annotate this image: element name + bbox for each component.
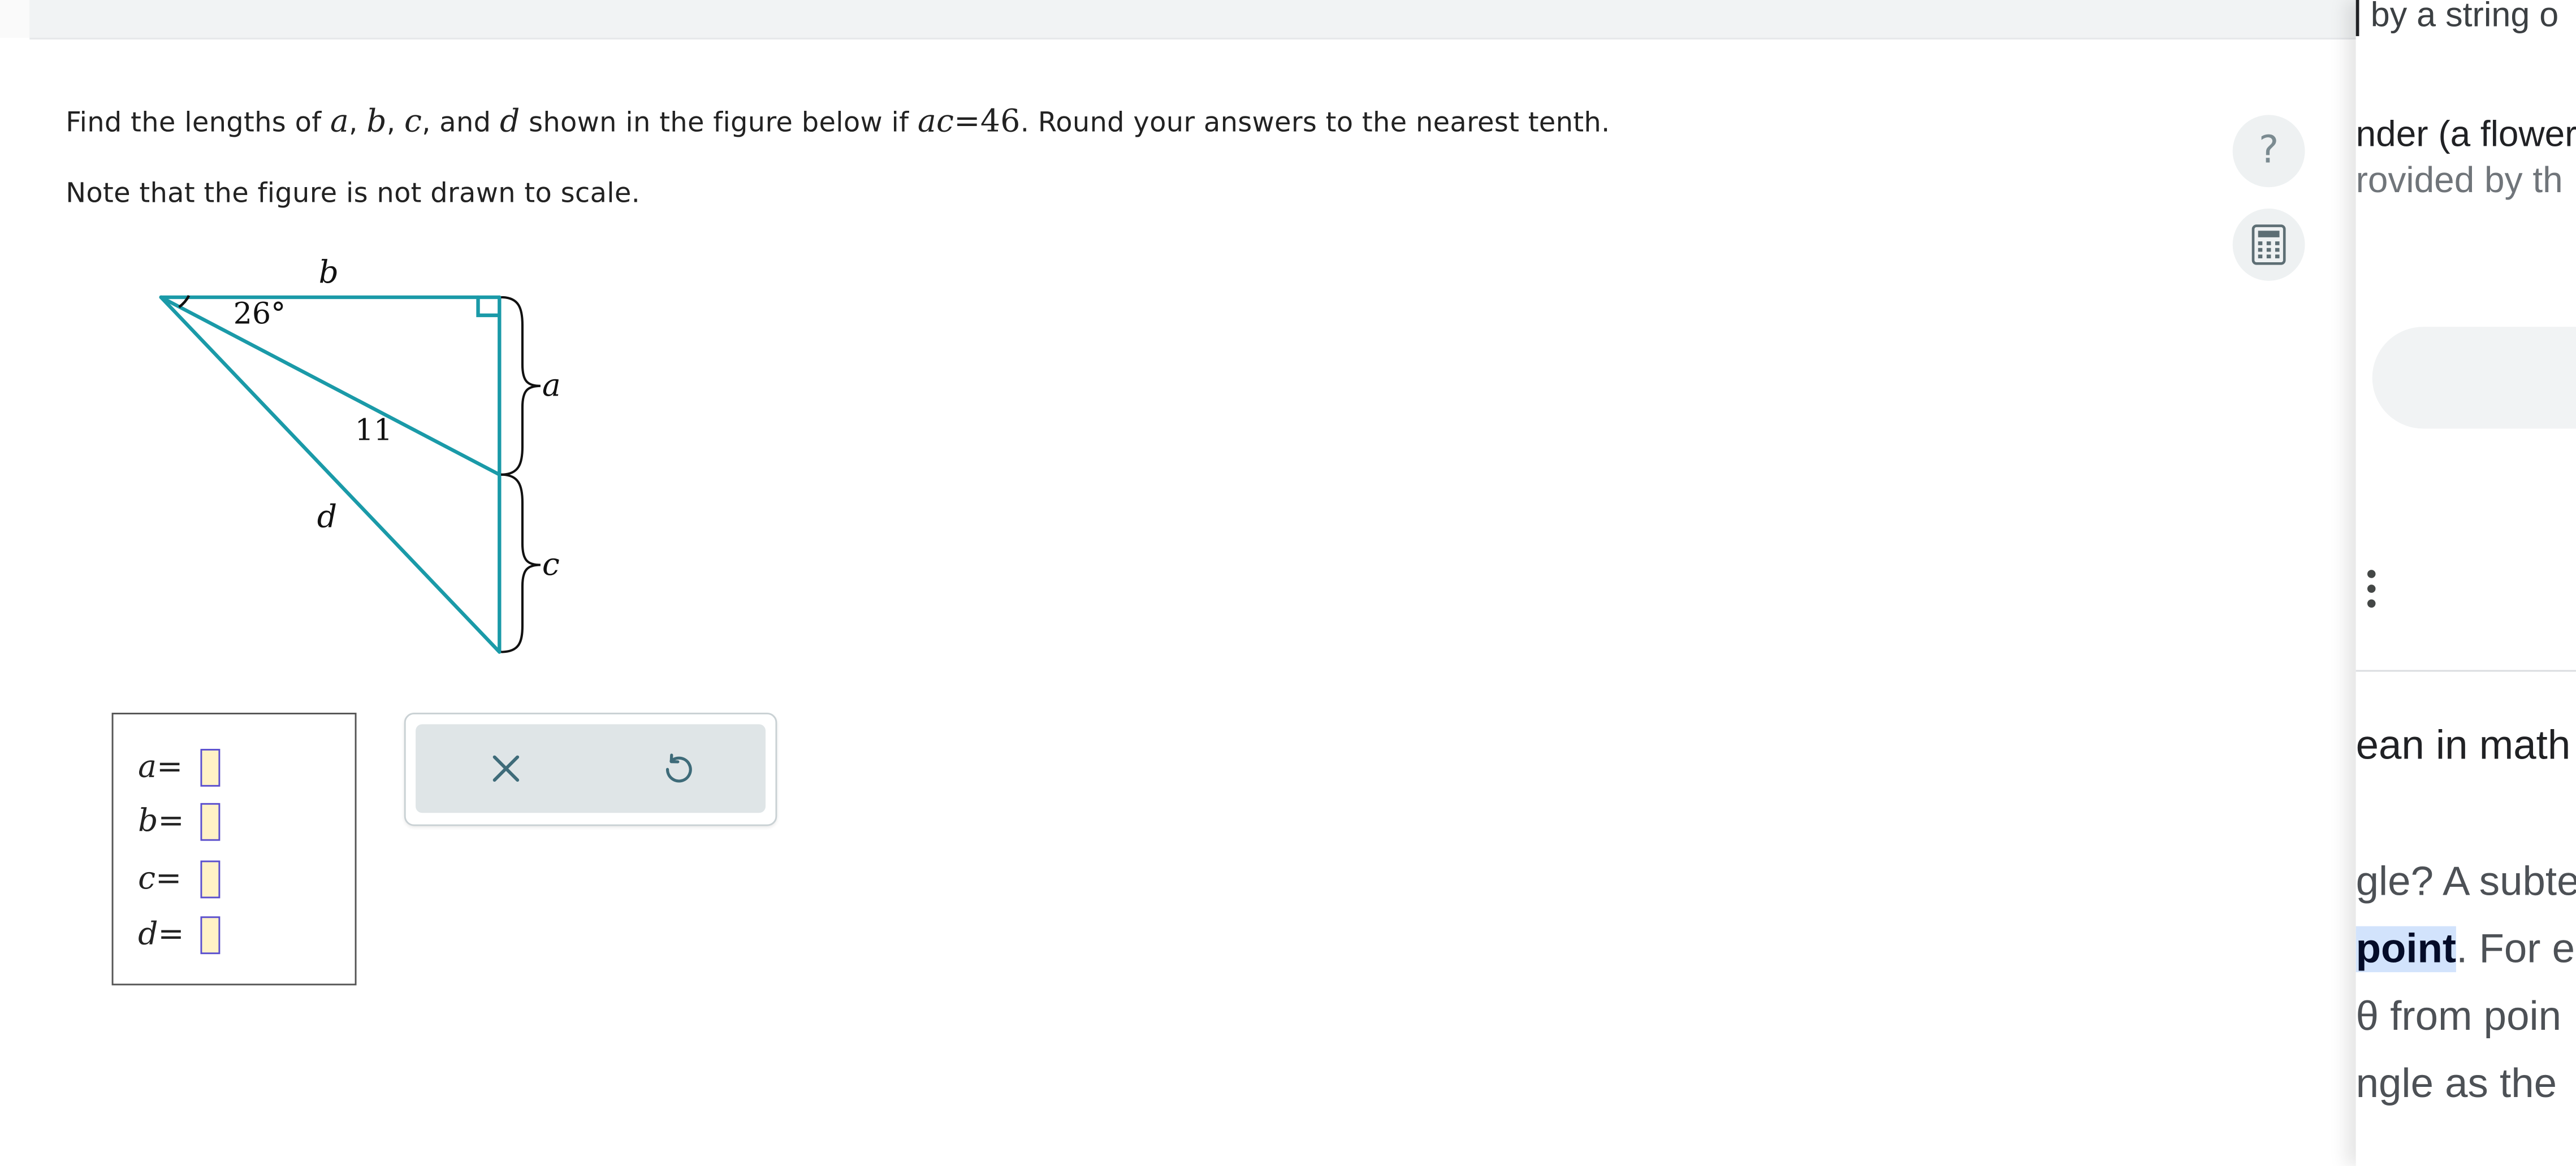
separator: , and — [422, 106, 500, 138]
help-icon: ? — [2258, 129, 2279, 173]
answer-tools-bar — [416, 724, 766, 813]
answer-row-b: b= — [138, 798, 221, 844]
result-snippet-line: nder (a flower — [2355, 113, 2576, 155]
answer-label-b: b= — [138, 803, 184, 839]
answer-input-b[interactable] — [200, 802, 221, 840]
label-angle: 26° — [234, 296, 286, 331]
answer-row-c: c= — [138, 856, 221, 901]
answer-label-c: c= — [138, 860, 182, 897]
answer-tools — [404, 713, 777, 826]
answer-input-d[interactable] — [200, 915, 221, 953]
statement-text: Find the lengths of — [66, 106, 330, 138]
undo-icon — [665, 753, 692, 783]
right-angle-marker — [476, 295, 502, 318]
close-icon — [492, 755, 520, 782]
segment-d — [159, 295, 502, 654]
triangle-figure: b 26° a 11 d c — [159, 254, 561, 654]
problem-statement: Find the lengths of a, b, c, and d shown… — [66, 103, 1610, 140]
top-bar — [29, 0, 2356, 40]
clear-button[interactable] — [483, 745, 529, 791]
undo-button[interactable] — [655, 745, 701, 791]
calculator-button[interactable] — [2232, 209, 2305, 281]
var-d: d — [499, 103, 520, 140]
answer-row-d: d= — [138, 912, 221, 957]
result-heading[interactable]: ean in math — [2356, 722, 2571, 770]
result-snippet-line: point. For e — [2355, 926, 2575, 973]
separator: , — [349, 106, 367, 138]
highlighted-term: point — [2355, 926, 2457, 973]
answer-label-a: a= — [138, 748, 183, 785]
result-snippet-line: gle? A subte — [2355, 859, 2576, 905]
brace-c — [501, 473, 541, 653]
answer-input-a[interactable] — [200, 748, 221, 786]
given-expression: ac — [917, 103, 954, 140]
result-snippet-line: ngle as the — [2355, 1061, 2557, 1107]
help-button[interactable]: ? — [2232, 115, 2305, 188]
angle-arc — [178, 294, 191, 309]
separator: , — [386, 106, 405, 138]
answer-panel: a= b= c= d= — [111, 713, 357, 986]
more-options-icon[interactable] — [2367, 570, 2377, 609]
label-a: a — [542, 367, 561, 404]
result-snippet-line: by a string o — [2370, 0, 2559, 35]
var-b: b — [366, 103, 387, 140]
page-canvas: Find the lengths of a, b, c, and d shown… — [0, 0, 2576, 1166]
answer-input-c[interactable] — [200, 860, 221, 898]
figure-note: Note that the figure is not drawn to sca… — [66, 177, 641, 209]
divider — [2355, 670, 2576, 672]
given-value: 46 — [980, 103, 1021, 140]
var-a: a — [330, 103, 349, 140]
label-hypotenuse: 11 — [355, 413, 393, 448]
label-d: d — [317, 499, 337, 535]
text-cursor — [2355, 0, 2359, 36]
given-equals: = — [954, 103, 980, 140]
top-bar-edge — [0, 0, 32, 38]
search-chip[interactable] — [2372, 327, 2576, 429]
label-b: b — [319, 254, 339, 291]
search-results-panel: by a string o nder (a flower rovided by … — [2355, 0, 2576, 1166]
answer-label-d: d= — [138, 916, 184, 953]
result-source-line: rovided by th — [2355, 159, 2563, 201]
label-c: c — [542, 547, 560, 583]
brace-a — [501, 296, 541, 476]
statement-text: shown in the figure below if — [520, 106, 918, 138]
var-c: c — [404, 103, 422, 140]
statement-text: . Round your answers to the nearest tent… — [1020, 106, 1610, 138]
calculator-icon — [2251, 224, 2286, 265]
segment-hypotenuse-11 — [159, 295, 502, 476]
answer-row-a: a= — [138, 744, 221, 790]
result-snippet-line: θ from poin — [2355, 993, 2562, 1040]
